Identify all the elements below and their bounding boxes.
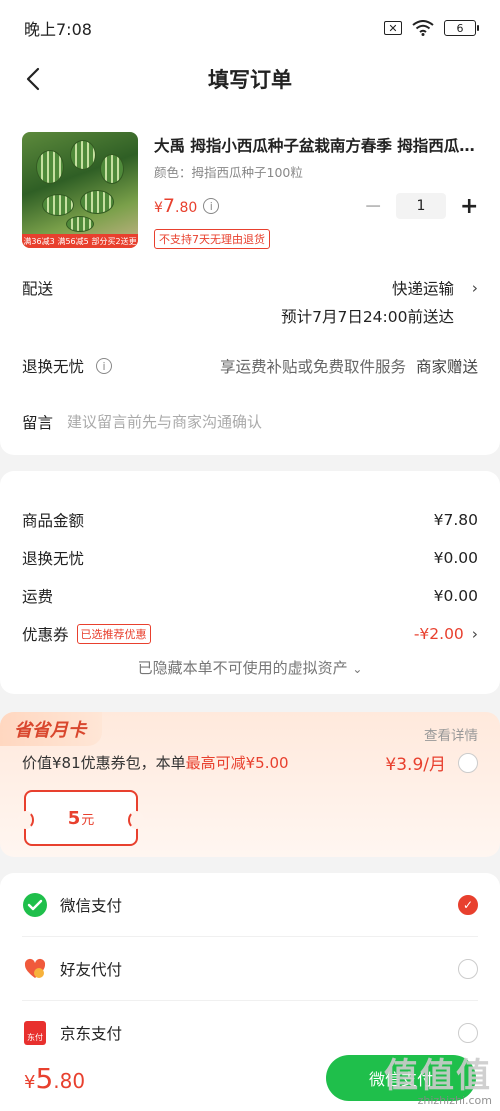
promo-strip: 满36减3 满56减5 部分买2送更 [22,234,138,248]
no-sim-icon: ✕ [384,21,402,35]
payment-option-wechat[interactable]: 微信支付 ✓ [22,873,478,937]
delivery-label: 配送 [22,280,54,298]
ticket-value: 5 [67,807,81,829]
product-thumbnail[interactable]: 满36减3 满56减5 部分买2送更 [22,132,138,248]
product-spec: 颜色：拇指西瓜种子100粒 [154,165,303,180]
product-info: 大禹 拇指小西瓜种子盆栽南方春季 拇指西瓜种子 颜色：拇指西瓜种子100粒 ¥7… [154,132,478,249]
decrease-button[interactable]: − [364,194,382,219]
chevron-left-icon [26,67,40,91]
payment-label: 京东支付 [60,1025,123,1043]
coupon-value: -¥2.00 [413,625,464,643]
quantity-value[interactable]: 1 [396,193,446,219]
coupon-label: 优惠券 [22,626,69,644]
payment-radio-checked[interactable]: ✓ [458,894,478,915]
payment-methods-card: 微信支付 ✓ 好友代付 东付 京东支付 [0,873,500,1065]
chevron-right-icon: › [471,279,478,297]
monthly-card-price: ¥3.9/月 [385,755,446,775]
monthly-card-radio[interactable] [458,753,478,773]
coupon-row[interactable]: 优惠券 已选推荐优惠 -¥2.00 › [22,615,478,653]
coupon-label-group: 优惠券 已选推荐优惠 [22,623,151,645]
quantity-stepper: − 1 + [364,193,478,219]
chevron-right-icon: › [471,625,478,643]
delivery-row[interactable]: 配送 快递运输 预计7月7日24:00前送达 › [22,277,478,327]
ticket-unit: 元 [81,812,95,828]
summary-label: 退换无忧 [22,550,85,568]
return-service-label: 退换无忧 [22,358,85,376]
watermark-site: zhizhizhi.com [417,1093,492,1107]
price-row: ¥7.80 i − 1 + [154,193,478,219]
coupon-tag: 已选推荐优惠 [76,624,151,644]
promo-badge: 满36减3 [23,236,55,246]
total-integer: 5 [35,1061,54,1095]
return-service-gift: 商家赠送 [415,358,478,376]
price-info-icon[interactable]: i [203,198,220,214]
battery-level: 6 [456,21,464,35]
payment-label: 微信支付 [60,896,123,915]
message-row: 留言 [22,411,478,433]
order-total: ¥5.80 [24,1062,85,1095]
summary-value: ¥0.00 [433,549,478,567]
return-service-desc: 享运费补贴或免费取件服务 [219,358,406,376]
return-service-label-group: 退换无忧 i [22,355,113,377]
battery-icon: 6 [444,20,479,36]
monthly-desc-prefix: 价值¥81优惠券包，本单 [22,754,186,772]
price-decimal: .80 [175,200,198,216]
wechat-pay-icon [22,892,48,918]
summary-row: 商品金额 ¥7.80 [22,501,478,539]
hidden-assets-toggle[interactable]: 已隐藏本单不可使用的虚拟资产 ⌄ [22,657,478,678]
promo-badge: 部分买2送更 [91,236,137,246]
status-bar: 晚上7:08 ✕ 6 [0,0,500,56]
payment-radio[interactable] [458,1023,478,1043]
message-label: 留言 [22,414,54,432]
delivery-method: 快递运输 [391,280,454,298]
summary-row: 运费 ¥0.00 [22,577,478,615]
return-info-icon[interactable]: i [96,358,113,374]
jd-pay-icon: 东付 [22,1020,48,1046]
message-input[interactable] [67,413,478,431]
back-button[interactable] [20,66,46,92]
promo-badge: 满56减5 [57,236,89,246]
product-title[interactable]: 大禹 拇指小西瓜种子盆栽南方春季 拇指西瓜种子 [154,134,478,156]
coupon-ticket: 5元 [18,790,144,846]
price-symbol: ¥ [154,200,163,216]
increase-button[interactable]: + [460,194,478,219]
delivery-info: 快递运输 预计7月7日24:00前送达 › [281,277,478,327]
status-time: 晚上7:08 [24,20,92,39]
order-info-card: 满36减3 满56减5 部分买2送更 大禹 拇指小西瓜种子盆栽南方春季 拇指西瓜… [0,102,500,455]
nav-bar: 填写订单 [0,56,500,102]
monthly-card-desc: 价值¥81优惠券包，本单最高可减¥5.00 [22,752,289,773]
delivery-eta: 预计7月7日24:00前送达 [281,308,454,326]
monthly-card-badge: 省省月卡 [0,712,102,746]
price-summary-card: 商品金额 ¥7.80 退换无忧 ¥0.00 运费 ¥0.00 优惠券 已选推荐优… [0,471,500,694]
watermark: 值值值 zhizhizhi.com [384,1055,492,1107]
jd-pay-icon-text: 东付 [24,1021,46,1045]
summary-label: 运费 [22,588,54,606]
summary-row: 退换无忧 ¥0.00 [22,539,478,577]
page-title: 填写订单 [208,68,292,92]
payment-radio[interactable] [458,958,478,979]
watermark-logo: 值值值 [384,1055,492,1096]
payment-option-friend[interactable]: 好友代付 [22,937,478,1001]
summary-label: 商品金额 [22,512,85,530]
product-row: 满36减3 满56减5 部分买2送更 大禹 拇指小西瓜种子盆栽南方春季 拇指西瓜… [22,132,478,249]
total-decimal: .80 [53,1068,86,1093]
coupon-discount: -¥2.00 › [414,625,478,643]
status-icons: ✕ 6 [384,20,479,36]
no-return-tag: 不支持7天无理由退货 [154,229,270,249]
view-details-link[interactable]: 查看详情 [424,724,478,744]
chevron-down-icon: ⌄ [352,662,363,676]
product-price: ¥7.80 i [154,195,220,217]
heart-icon [22,956,48,982]
wifi-icon [412,20,434,36]
summary-value: ¥7.80 [433,511,478,529]
monthly-card-promo: 省省月卡 查看详情 价值¥81优惠券包，本单最高可减¥5.00 ¥3.9/月 5… [0,712,500,857]
return-service-row[interactable]: 退换无忧 i 享运费补贴或免费取件服务 商家赠送 [22,355,478,377]
price-integer: 7 [162,195,176,217]
summary-value: ¥0.00 [433,587,478,605]
monthly-desc-highlight: 最高可减¥5.00 [185,754,289,772]
payment-label: 好友代付 [60,960,123,979]
total-symbol: ¥ [24,1071,36,1093]
hidden-assets-text: 已隐藏本单不可使用的虚拟资产 [137,659,348,677]
